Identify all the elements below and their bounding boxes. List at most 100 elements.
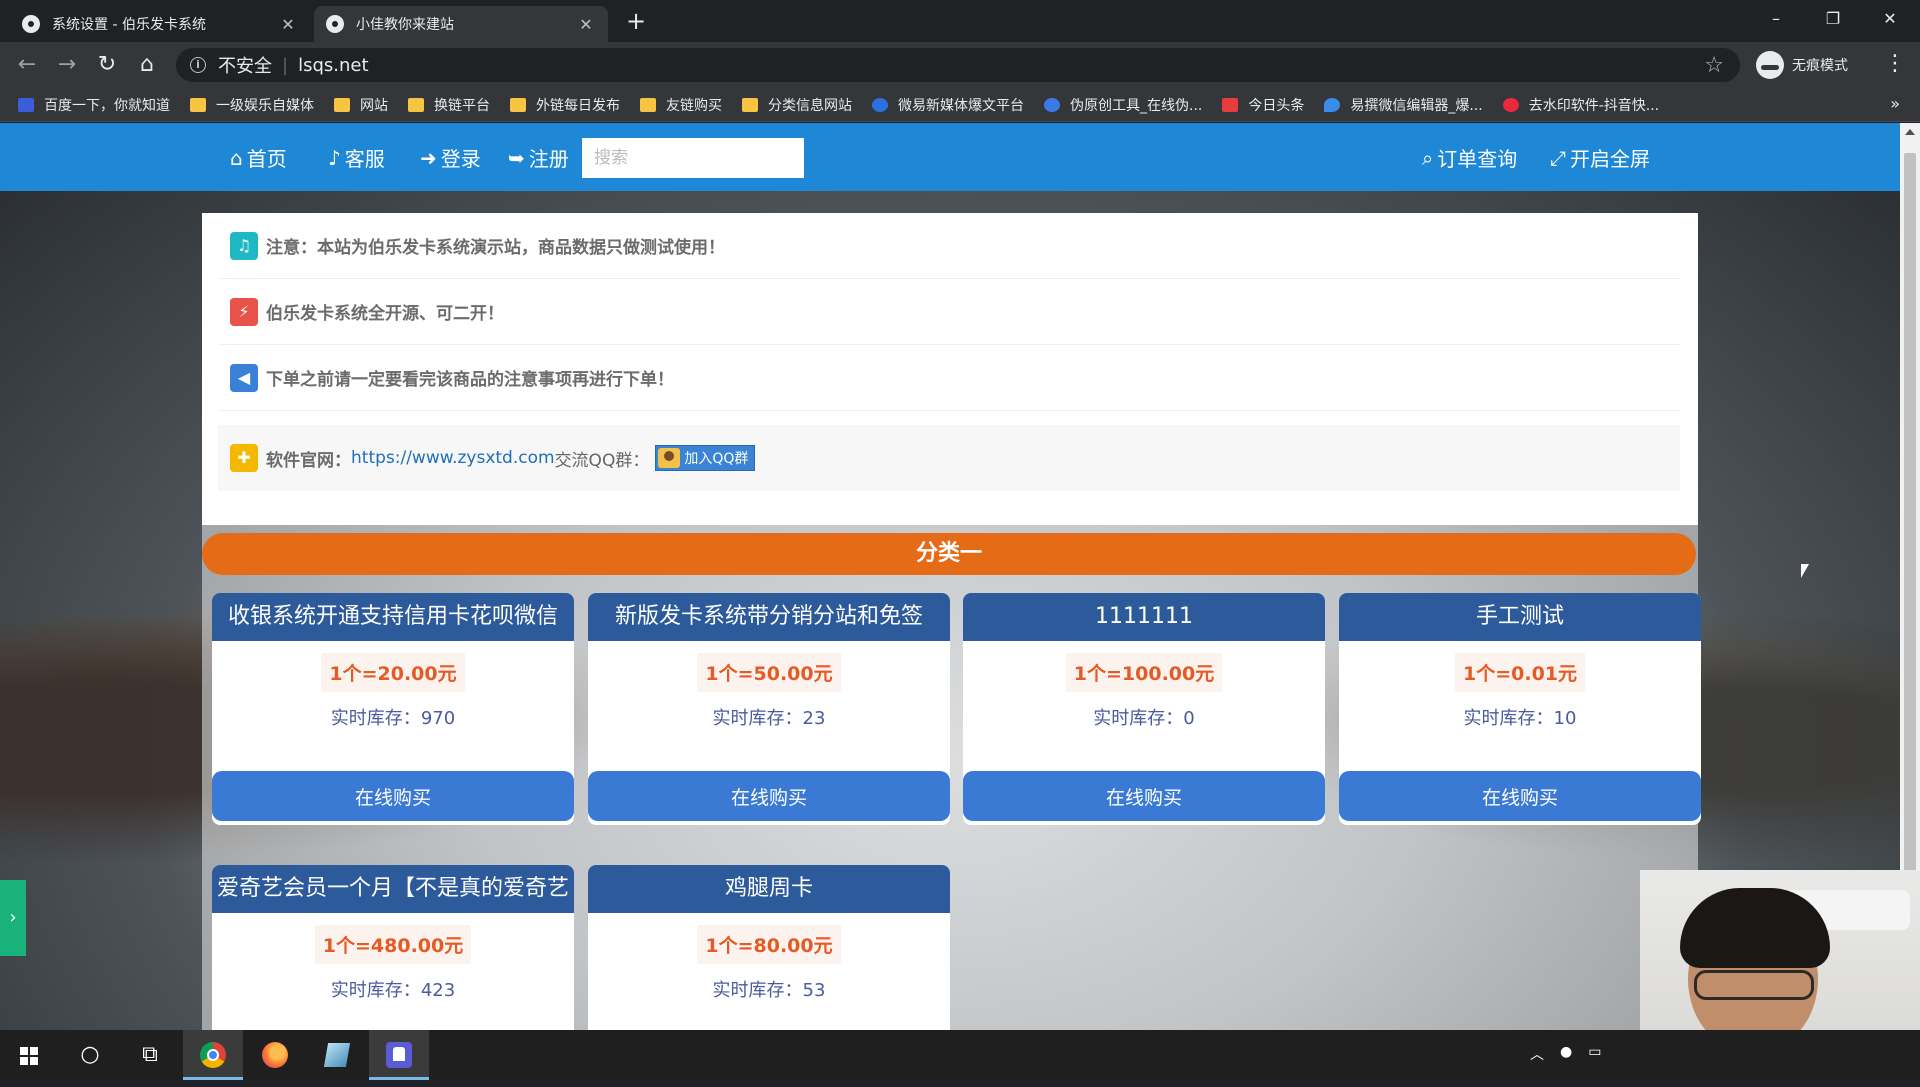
fake-original-icon — [1044, 97, 1060, 112]
notice-panel: ♫ 注意：本站为伯乐发卡系统演示站，商品数据只做测试使用！ ⚡ 伯乐发卡系统全开… — [202, 213, 1698, 525]
notice-text: 伯乐发卡系统全开源、可二开！ — [266, 304, 504, 324]
close-tab-icon[interactable]: ✕ — [576, 15, 596, 34]
bookmark-item[interactable]: 易撰微信编辑器_爆... — [1324, 95, 1483, 115]
bookmark-label: 去水印软件-抖音快... — [1528, 97, 1660, 114]
scroll-up-icon[interactable] — [1905, 129, 1915, 135]
product-stock: 实时库存：53 — [588, 976, 950, 1002]
info-icon[interactable]: i — [190, 57, 206, 73]
product-stock: 实时库存：423 — [212, 976, 574, 1002]
buy-online-button[interactable]: 在线购买 — [963, 771, 1325, 821]
login-icon: ➜ — [420, 145, 437, 170]
address-bar[interactable]: i 不安全 | lsqs.net ☆ — [176, 48, 1740, 82]
stock-label: 实时库存： — [1093, 708, 1184, 729]
nav-register[interactable]: ➥ 注册 — [508, 143, 569, 172]
notice-item: ♫ 注意：本站为伯乐发卡系统演示站，商品数据只做测试使用！ — [218, 213, 1680, 279]
product-stock: 实时库存：23 — [588, 704, 950, 730]
bookmarks-more-icon[interactable]: » — [1890, 94, 1900, 113]
close-window-button[interactable]: ✕ — [1860, 0, 1920, 40]
reload-icon[interactable]: ↻ — [92, 50, 122, 80]
home-icon: ⌂ — [230, 145, 243, 170]
product-card: 1111111 1个=100.00元 实时库存：0 在线购买 — [963, 593, 1325, 825]
product-price: 1个=480.00元 — [314, 925, 472, 964]
tab-system-settings[interactable]: 系统设置 - 伯乐发卡系统 ✕ — [10, 6, 310, 42]
stock-value: 23 — [802, 708, 826, 729]
buy-online-button[interactable]: 在线购买 — [212, 771, 574, 821]
official-site-link[interactable]: https://www.zysxtd.com — [351, 448, 555, 468]
minimize-button[interactable]: – — [1746, 0, 1806, 40]
product-title: 鸡腿周卡 — [588, 865, 950, 913]
bookmark-folder[interactable]: 网站 — [334, 95, 388, 115]
url-text[interactable]: lsqs.net — [298, 55, 368, 76]
product-title: 收银系统开通支持信用卡花呗微信 — [212, 593, 574, 641]
bookmark-item[interactable]: 今日头条 — [1222, 95, 1304, 115]
tray-app-icon[interactable]: ● — [1560, 1044, 1572, 1064]
bookmark-star-icon[interactable]: ☆ — [1704, 53, 1724, 78]
bookmark-label: 伪原创工具_在线伪... — [1070, 97, 1203, 114]
stock-label: 实时库存： — [712, 980, 803, 1001]
bookmark-item[interactable]: 微易新媒体爆文平台 — [872, 95, 1024, 115]
nav-fullscreen[interactable]: ⤢ 开启全屏 — [1550, 143, 1650, 172]
incognito-label: 无痕模式 — [1792, 58, 1848, 74]
join-qq-group-button[interactable]: 加入QQ群 — [655, 445, 756, 471]
cortana-search-icon[interactable]: ○ — [60, 1030, 120, 1080]
battery-icon[interactable]: ▭ — [1588, 1044, 1601, 1064]
product-card: 手工测试 1个=0.01元 实时库存：10 在线购买 — [1339, 593, 1701, 825]
product-title: 新版发卡系统带分销分站和免签 — [588, 593, 950, 641]
taskbar-app[interactable] — [369, 1030, 429, 1080]
start-button[interactable] — [0, 1030, 60, 1080]
bookmark-item[interactable]: 伪原创工具_在线伪... — [1044, 95, 1202, 115]
product-card: 收银系统开通支持信用卡花呗微信 1个=20.00元 实时库存：970 在线购买 — [212, 593, 574, 825]
bookmark-folder[interactable]: 分类信息网站 — [742, 95, 852, 115]
buy-online-button[interactable]: 在线购买 — [1339, 771, 1701, 821]
page-viewport: ⌂首页 ♪客服 ➜登录 ➥注册 ⌕订单查询 ⤢开启全屏 ♫ 注意：本站为伯乐发卡… — [0, 123, 1900, 1030]
bookmark-item[interactable]: 百度一下，你就知道 — [18, 95, 170, 115]
stock-label: 实时库存： — [330, 708, 421, 729]
search-icon: ⌕ — [1422, 145, 1434, 170]
task-view-icon[interactable]: ⧉ — [120, 1030, 180, 1080]
bookmark-folder[interactable]: 友链购买 — [640, 95, 722, 115]
browser-menu-icon[interactable]: ⋮ — [1880, 50, 1910, 80]
app-icon — [386, 1042, 412, 1068]
close-tab-icon[interactable]: ✕ — [278, 15, 298, 34]
buy-online-button[interactable]: 在线购买 — [588, 771, 950, 821]
home-icon[interactable]: ⌂ — [132, 50, 162, 80]
taskbar-chrome[interactable] — [183, 1030, 243, 1080]
tray-expand-icon[interactable]: ︿ — [1530, 1044, 1544, 1064]
notice-text: 软件官网： — [266, 450, 351, 471]
bookmark-folder[interactable]: 一级娱乐自媒体 — [190, 95, 314, 115]
tab-xiaojia[interactable]: 小佳教你来建站 ✕ — [314, 6, 608, 42]
nav-service[interactable]: ♪ 客服 — [328, 143, 385, 172]
product-price: 1个=20.00元 — [321, 653, 465, 692]
nav-login[interactable]: ➜ 登录 — [420, 143, 481, 172]
search-input[interactable] — [582, 138, 804, 178]
bookmark-folder[interactable]: 换链平台 — [408, 95, 490, 115]
separator: | — [282, 54, 289, 76]
taskbar-firefox[interactable] — [245, 1030, 305, 1080]
app-icon — [323, 1043, 351, 1067]
bookmark-folder[interactable]: 外链每日发布 — [510, 95, 620, 115]
nav-fullscreen-label: 开启全屏 — [1570, 147, 1650, 171]
stock-value: 970 — [420, 708, 456, 729]
new-tab-button[interactable]: + — [622, 8, 650, 36]
incognito-indicator[interactable]: 无痕模式 — [1756, 50, 1848, 80]
product-stock: 实时库存：10 — [1339, 704, 1701, 730]
nav-order-query[interactable]: ⌕ 订单查询 — [1422, 143, 1517, 172]
category-header[interactable]: 分类一 — [202, 533, 1696, 575]
browser-toolbar: ← → ↻ ⌂ i 不安全 | lsqs.net ☆ 无痕模式 ⋮ — [0, 42, 1920, 88]
stock-value: 0 — [1183, 708, 1195, 729]
stock-value: 423 — [420, 980, 456, 1001]
forward-icon[interactable]: → — [52, 50, 82, 80]
back-icon[interactable]: ← — [12, 50, 42, 80]
folder-icon — [408, 97, 424, 112]
product-card: 鸡腿周卡 1个=80.00元 实时库存：53 在线购买 — [588, 865, 950, 1030]
restore-button[interactable]: ❐ — [1803, 0, 1863, 40]
bookmark-item[interactable]: 去水印软件-抖音快... — [1502, 95, 1660, 115]
yizhuan-icon — [1324, 97, 1341, 112]
nav-home[interactable]: ⌂ 首页 — [230, 143, 287, 172]
scrollbar-thumb[interactable] — [1904, 153, 1916, 958]
qq-button-label: 加入QQ群 — [684, 451, 749, 467]
bookmark-label: 百度一下，你就知道 — [44, 97, 170, 114]
product-price: 1个=80.00元 — [697, 925, 841, 964]
taskbar-app[interactable] — [307, 1030, 367, 1080]
side-panel-toggle[interactable]: › — [0, 880, 26, 956]
